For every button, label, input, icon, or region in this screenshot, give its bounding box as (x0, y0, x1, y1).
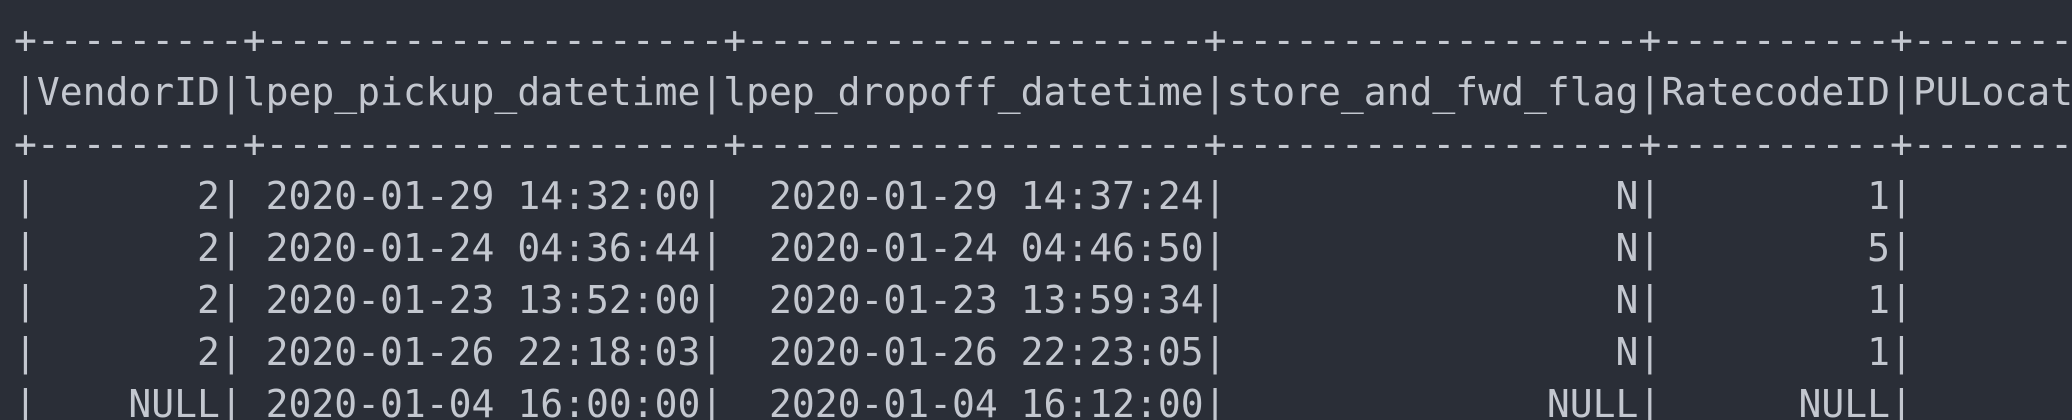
table-row: | 2| 2020-01-24 04:36:44| 2020-01-24 04:… (14, 226, 2072, 270)
table-row: | 2| 2020-01-26 22:18:03| 2020-01-26 22:… (14, 330, 2072, 374)
table-border-top: +---------+--------------------+--------… (14, 18, 2072, 62)
terminal-window: +---------+--------------------+--------… (0, 0, 2072, 420)
table-row: | NULL| 2020-01-04 16:00:00| 2020-01-04 … (14, 382, 2072, 420)
table-border-header: +---------+--------------------+--------… (14, 122, 2072, 166)
table-row: | 2| 2020-01-29 14:32:00| 2020-01-29 14:… (14, 174, 2072, 218)
query-result-table: +---------+--------------------+--------… (14, 14, 2072, 420)
table-header-row: |VendorID|lpep_pickup_datetime|lpep_drop… (14, 70, 2072, 114)
table-row: | 2| 2020-01-23 13:52:00| 2020-01-23 13:… (14, 278, 2072, 322)
